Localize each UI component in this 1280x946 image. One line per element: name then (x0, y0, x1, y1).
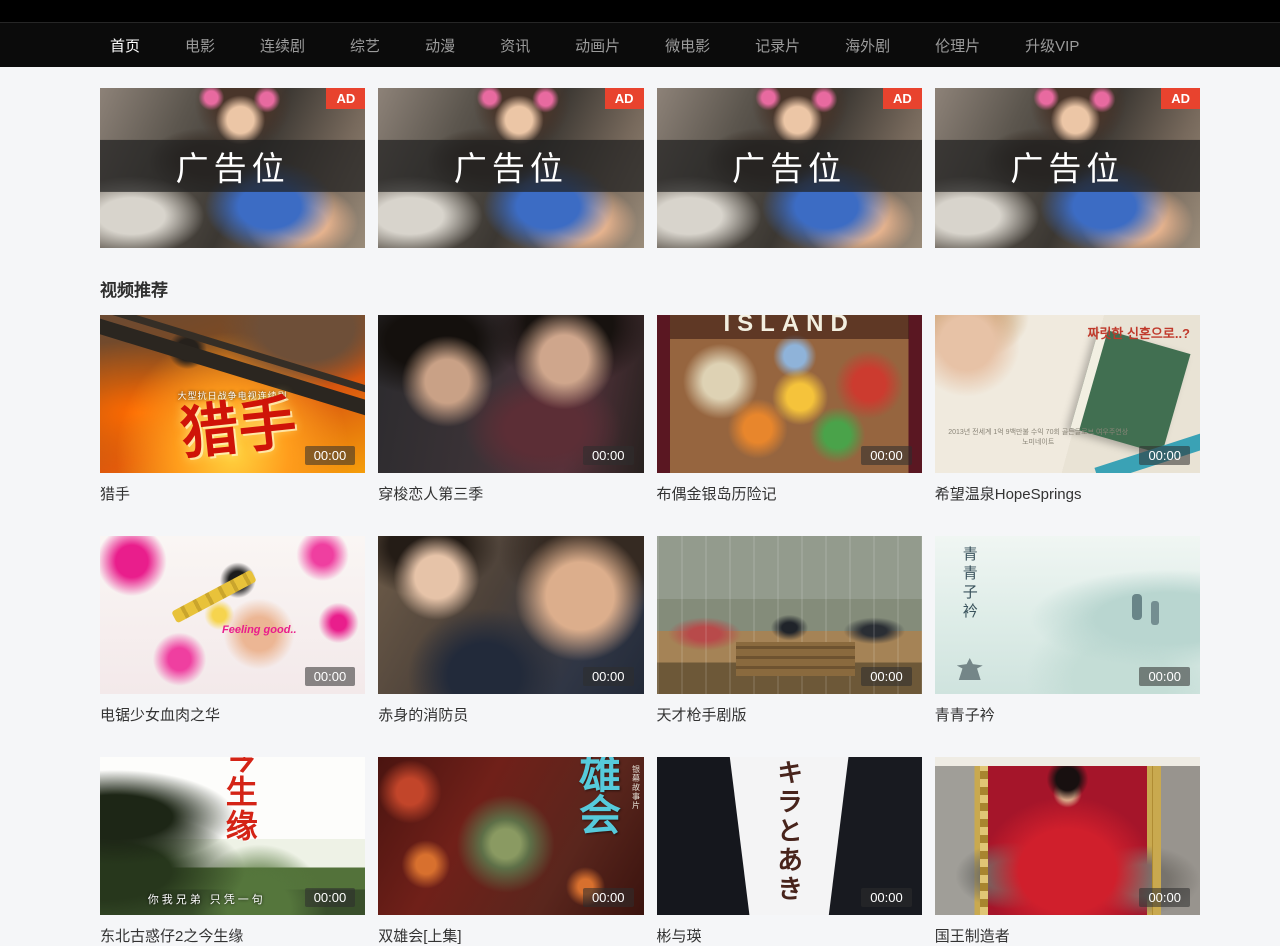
ad-banner[interactable]: 广告位 AD (935, 88, 1200, 248)
poster-caption-text: 银幕故事片 (631, 765, 642, 810)
nav-item-microfilm[interactable]: 微电影 (665, 35, 710, 56)
nav-item-anime[interactable]: 动漫 (425, 35, 455, 56)
video-card[interactable]: 00:00 国王制造者 (935, 757, 1200, 946)
duration-badge: 00:00 (583, 888, 634, 907)
nav-item-news[interactable]: 资讯 (500, 35, 530, 56)
video-title[interactable]: 猎手 (100, 483, 365, 504)
video-thumbnail[interactable]: キラとあき 00:00 (657, 757, 922, 915)
duration-badge: 00:00 (305, 446, 356, 465)
poster-title-text: 雄会 (567, 757, 628, 835)
video-thumbnail[interactable]: 雄会 银幕故事片 00:00 (378, 757, 643, 915)
ad-placeholder-label: 广告位 (732, 142, 846, 190)
video-title[interactable]: 穿梭恋人第三季 (378, 483, 643, 504)
duration-badge: 00:00 (861, 667, 912, 686)
duration-badge: 00:00 (861, 888, 912, 907)
nav-item-ethics[interactable]: 伦理片 (935, 35, 980, 56)
poster-title-text: 今生缘 (217, 757, 263, 843)
poster-caption-text: 你我兄弟 只凭一句 (148, 891, 266, 907)
ad-banner[interactable]: 广告位 AD (378, 88, 643, 248)
video-title[interactable]: 希望温泉HopeSprings (935, 483, 1200, 504)
duration-badge: 00:00 (861, 446, 912, 465)
video-title[interactable]: 彬与瑛 (657, 925, 922, 946)
ad-overlay-band: 广告位 (378, 140, 643, 192)
ad-placeholder-label: 广告位 (176, 142, 290, 190)
video-card[interactable]: 짜릿한 신혼으로..? 2013년 전세계 1억 9백만불 수익 70회 골든글… (935, 315, 1200, 504)
video-card[interactable]: 00:00 赤身的消防员 (378, 536, 643, 725)
video-card[interactable]: Feeling good.. 00:00 电锯少女血肉之华 (100, 536, 365, 725)
nav-item-home[interactable]: 首页 (110, 35, 140, 56)
video-thumbnail[interactable]: 짜릿한 신혼으로..? 2013년 전세계 1억 9백만불 수익 70회 골든글… (935, 315, 1200, 473)
poster-title-text: ISLAND (657, 315, 922, 338)
video-card[interactable]: ISLAND 00:00 布偶金银岛历险记 (657, 315, 922, 504)
video-thumbnail[interactable]: 00:00 (378, 536, 643, 694)
nav-item-cartoon[interactable]: 动画片 (575, 35, 620, 56)
poster-title-text: キラとあき (771, 759, 808, 904)
duration-badge: 00:00 (1139, 446, 1190, 465)
ad-banner[interactable]: 广告位 AD (657, 88, 922, 248)
nav-item-variety[interactable]: 综艺 (350, 35, 380, 56)
video-thumbnail[interactable]: 青青子衿 00:00 (935, 536, 1200, 694)
video-title[interactable]: 天才枪手剧版 (657, 704, 922, 725)
duration-badge: 00:00 (1139, 667, 1190, 686)
video-title[interactable]: 东北古惑仔2之今生缘 (100, 925, 365, 946)
ad-overlay-band: 广告位 (100, 140, 365, 192)
nav-item-overseas[interactable]: 海外剧 (845, 35, 890, 56)
video-thumbnail[interactable]: ISLAND 00:00 (657, 315, 922, 473)
duration-badge: 00:00 (583, 446, 634, 465)
section-title-recommended: 视频推荐 (100, 276, 1200, 301)
nav-item-series[interactable]: 连续剧 (260, 35, 305, 56)
video-grid: 大型抗日战争电视连续剧 猎手 00:00 猎手 00:00 穿梭恋人第三季 IS… (100, 315, 1200, 946)
ad-badge: AD (326, 88, 365, 109)
video-card[interactable]: キラとあき 00:00 彬与瑛 (657, 757, 922, 946)
video-title[interactable]: 双雄会[上集] (378, 925, 643, 946)
duration-badge: 00:00 (305, 888, 356, 907)
video-card[interactable]: 青青子衿 00:00 青青子衿 (935, 536, 1200, 725)
video-title[interactable]: 电锯少女血肉之华 (100, 704, 365, 725)
video-thumbnail[interactable]: 00:00 (935, 757, 1200, 915)
poster-title-text: 猎手 (175, 376, 299, 472)
top-black-strip (0, 0, 1280, 22)
poster-caption-text: Feeling good.. (222, 624, 297, 636)
video-thumbnail[interactable]: Feeling good.. 00:00 (100, 536, 365, 694)
ad-badge: AD (605, 88, 644, 109)
ad-placeholder-label: 广告位 (1010, 142, 1124, 190)
ad-banner[interactable]: 广告位 AD (100, 88, 365, 248)
video-card[interactable]: 00:00 穿梭恋人第三季 (378, 315, 643, 504)
nav-item-movies[interactable]: 电影 (185, 35, 215, 56)
duration-badge: 00:00 (305, 667, 356, 686)
ad-banner-row: 广告位 AD 广告位 AD 广告位 AD 广告位 AD (100, 88, 1200, 248)
ad-overlay-band: 广告位 (657, 140, 922, 192)
ad-badge: AD (883, 88, 922, 109)
nav-item-vip-upgrade[interactable]: 升级VIP (1025, 35, 1079, 56)
poster-title-text: 青青子衿 (959, 546, 980, 622)
video-title[interactable]: 青青子衿 (935, 704, 1200, 725)
duration-badge: 00:00 (1139, 888, 1190, 907)
video-thumbnail[interactable]: 今生缘 你我兄弟 只凭一句 00:00 (100, 757, 365, 915)
video-title[interactable]: 布偶金银岛历险记 (657, 483, 922, 504)
video-title[interactable]: 国王制造者 (935, 925, 1200, 946)
video-card[interactable]: 00:00 天才枪手剧版 (657, 536, 922, 725)
ad-badge: AD (1161, 88, 1200, 109)
poster-caption-text: 2013년 전세계 1억 9백만불 수익 70회 골든글로브 여우주연상 노미네… (945, 427, 1131, 447)
video-thumbnail[interactable]: 00:00 (657, 536, 922, 694)
video-thumbnail[interactable]: 大型抗日战争电视连续剧 猎手 00:00 (100, 315, 365, 473)
ad-placeholder-label: 广告位 (454, 142, 568, 190)
video-thumbnail[interactable]: 00:00 (378, 315, 643, 473)
poster-title-text: 짜릿한 신혼으로..? (1088, 323, 1191, 342)
main-navbar: 首页 电影 连续剧 综艺 动漫 资讯 动画片 微电影 记录片 海外剧 伦理片 升… (0, 22, 1280, 67)
duration-badge: 00:00 (583, 667, 634, 686)
page-content: 广告位 AD 广告位 AD 广告位 AD 广告位 AD 视频推荐 大型抗日战争电… (100, 88, 1200, 946)
ad-overlay-band: 广告位 (935, 140, 1200, 192)
video-title[interactable]: 赤身的消防员 (378, 704, 643, 725)
navbar-inner: 首页 电影 连续剧 综艺 动漫 资讯 动画片 微电影 记录片 海外剧 伦理片 升… (100, 23, 1280, 67)
video-card[interactable]: 雄会 银幕故事片 00:00 双雄会[上集] (378, 757, 643, 946)
video-card[interactable]: 今生缘 你我兄弟 只凭一句 00:00 东北古惑仔2之今生缘 (100, 757, 365, 946)
nav-item-documentary[interactable]: 记录片 (755, 35, 800, 56)
video-card[interactable]: 大型抗日战争电视连续剧 猎手 00:00 猎手 (100, 315, 365, 504)
